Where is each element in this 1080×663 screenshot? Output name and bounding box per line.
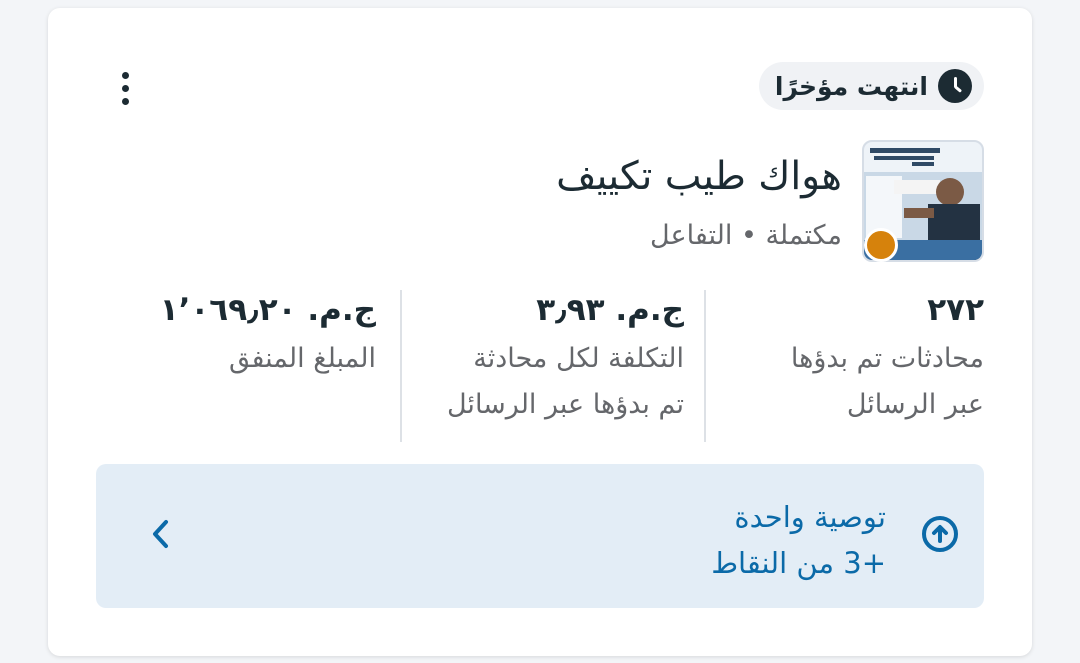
metric-label: محادثات تم بدؤها [790, 343, 984, 374]
status-label: انتهت مؤخرًا [774, 71, 928, 101]
arrow-up-circle-icon [922, 516, 958, 552]
metrics-row: ٢٧٢ محادثات تم بدؤها عبر الرسائل ج.م. ٣٫… [96, 284, 984, 444]
metric-label: تم بدؤها عبر الرسائل [446, 389, 684, 420]
metric-label: التكلفة لكل محادثة [473, 343, 684, 374]
recommendation-text: توصية واحدة +3 من النقاط [711, 494, 886, 586]
metric-value: ج.م. ٣٫٩٣ [536, 292, 684, 328]
more-options-icon[interactable] [110, 66, 140, 110]
metric-value: ٢٧٢ [927, 292, 984, 328]
metric-label: عبر الرسائل [846, 389, 984, 420]
metric-conversations: ٢٧٢ محادثات تم بدؤها عبر الرسائل [716, 284, 984, 444]
divider [400, 290, 402, 442]
metric-cost-per-conversation: ج.م. ٣٫٩٣ التكلفة لكل محادثة تم بدؤها عب… [404, 284, 684, 444]
status-dot [864, 228, 898, 262]
status-chip: انتهت مؤخرًا [758, 62, 984, 110]
campaign-meta: مكتملة • التفاعل [650, 220, 842, 251]
clock-icon [938, 69, 972, 103]
divider [704, 290, 706, 442]
recommendation-banner[interactable]: توصية واحدة +3 من النقاط [96, 464, 984, 608]
recommendation-title: توصية واحدة [734, 500, 886, 534]
campaign-name[interactable]: هواك طيب تكييف [556, 154, 842, 199]
metric-amount-spent: ج.م. ١٬٠٦٩٫٢٠ المبلغ المنفق [96, 284, 376, 444]
campaign-card[interactable]: انتهت مؤخرًا هواك طيب تكييف مكتملة • الت… [48, 8, 1032, 656]
recommendation-points: +3 من النقاط [711, 546, 886, 580]
metric-value: ج.م. ١٬٠٦٩٫٢٠ [159, 292, 376, 328]
chevron-left-icon[interactable] [146, 512, 176, 556]
metric-label: المبلغ المنفق [228, 343, 376, 374]
